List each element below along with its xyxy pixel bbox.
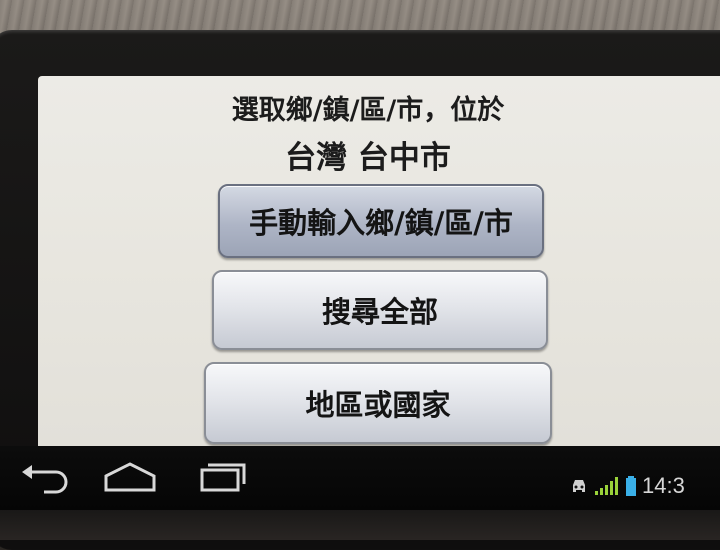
home-icon[interactable] <box>100 460 160 494</box>
car-mode-icon <box>573 480 585 492</box>
bottom-background <box>0 510 720 540</box>
prompt-text: 選取鄉/鎮/區/市，位於 <box>231 95 505 126</box>
back-icon[interactable] <box>14 460 74 494</box>
region-or-country-button[interactable]: 地區或國家 <box>204 362 552 444</box>
location-text: 台灣 台中市 <box>285 140 451 176</box>
search-all-button[interactable]: 搜尋全部 <box>212 270 548 350</box>
navigation-app-screen: 選取鄉/鎮/區/市，位於 台灣 台中市 手動輸入鄉/鎮/區/市 搜尋全部 地區或… <box>38 76 720 446</box>
manual-entry-button[interactable]: 手動輸入鄉/鎮/區/市 <box>218 184 544 258</box>
recent-apps-icon[interactable] <box>192 460 252 494</box>
battery-icon <box>626 476 636 496</box>
clock: 14:3 <box>642 473 685 498</box>
status-bar: 14:3 <box>570 472 685 500</box>
signal-icon <box>595 477 618 495</box>
photo-frame: 選取鄉/鎮/區/市，位於 台灣 台中市 手動輸入鄉/鎮/區/市 搜尋全部 地區或… <box>0 0 720 550</box>
